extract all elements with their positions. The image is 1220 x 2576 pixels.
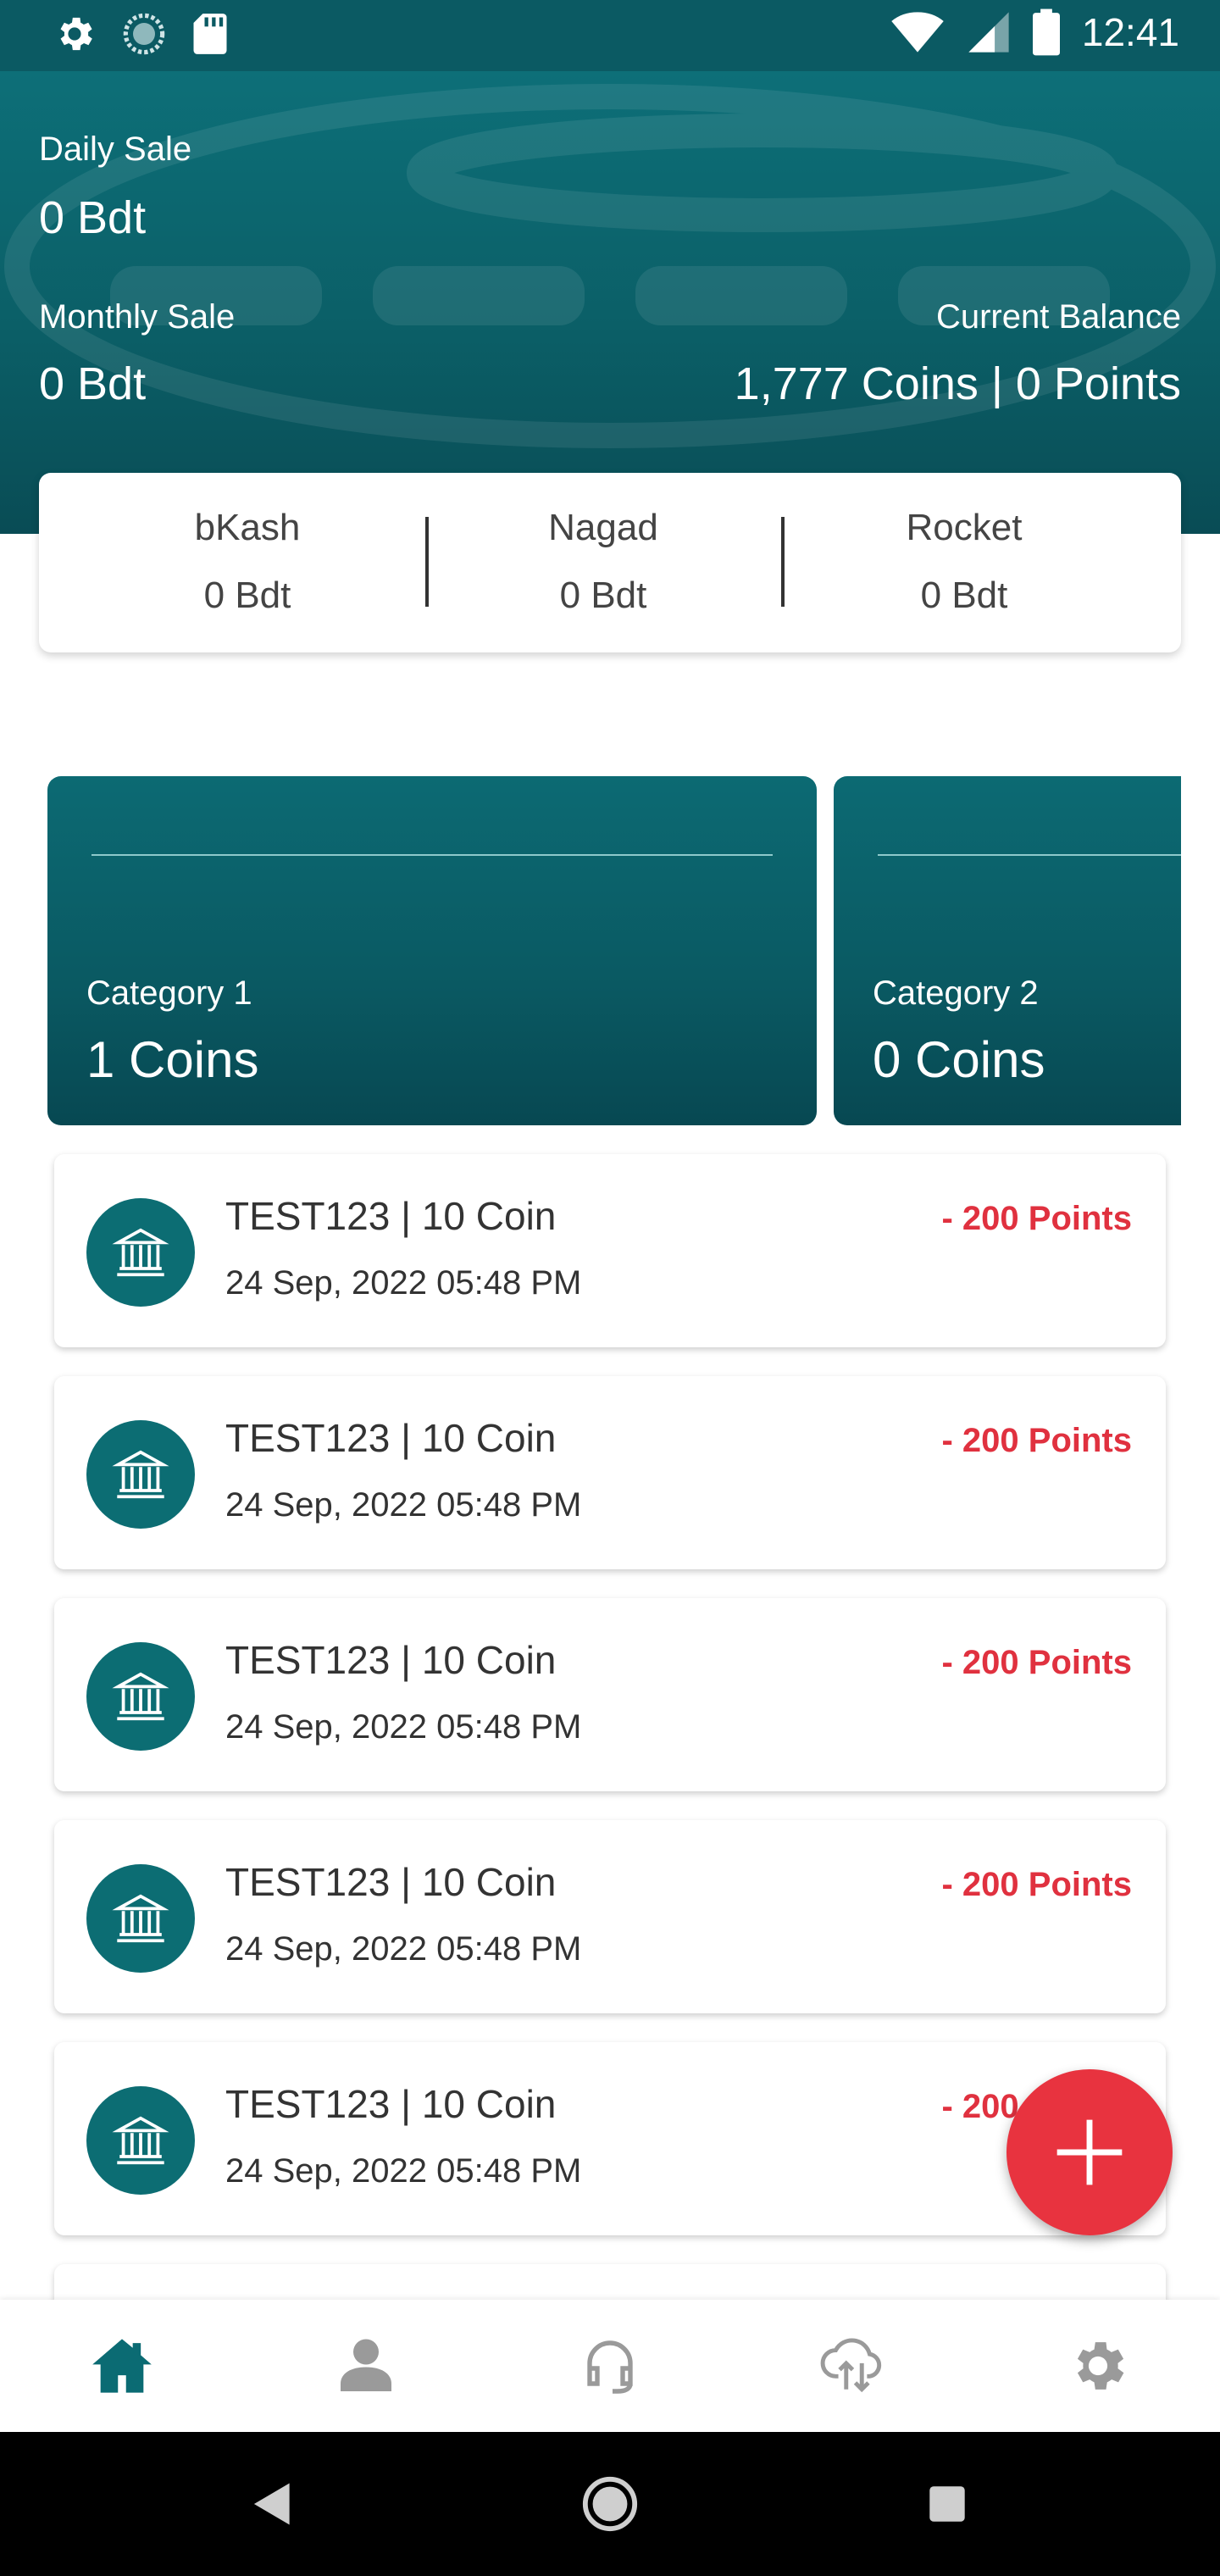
bank-icon — [86, 1198, 195, 1307]
daily-sale-value: 0 Bdt — [39, 192, 147, 243]
category-divider-line — [878, 854, 1181, 856]
payment-nagad: Nagad 0 Bdt — [434, 473, 773, 652]
headset-icon — [587, 2340, 633, 2394]
payment-amount: 0 Bdt — [920, 575, 1008, 616]
monthly-sale-label: Monthly Sale — [39, 298, 236, 336]
bottom-navigation — [0, 2300, 1220, 2432]
system-navigation-bar — [0, 2432, 1220, 2576]
payment-bkash: bKash 0 Bdt — [78, 473, 417, 652]
transaction-item[interactable]: TEST123 | 10 Coin 24 Sep, 2022 05:48 PM … — [54, 1598, 1166, 1791]
category-divider-line — [92, 854, 773, 856]
home-circle-icon — [582, 2476, 638, 2532]
nav-profile[interactable] — [244, 2300, 488, 2432]
transaction-date: 24 Sep, 2022 05:48 PM — [225, 1708, 582, 1746]
home-icon — [92, 2339, 152, 2393]
category-card-1[interactable]: Category 1 1 Coins — [47, 776, 817, 1125]
home-button[interactable] — [559, 2432, 661, 2576]
current-balance-value: 1,777 Coins | 0 Points — [734, 358, 1181, 409]
add-fab-button[interactable] — [1006, 2069, 1173, 2235]
recents-button[interactable] — [896, 2432, 998, 2576]
recents-square-icon — [929, 2486, 965, 2522]
payment-amount: 0 Bdt — [559, 575, 647, 616]
bank-icon — [86, 2086, 195, 2195]
transaction-item[interactable]: TEST123 | 10 Coin 24 Sep, 2022 05:48 PM … — [54, 1820, 1166, 2013]
payment-name: Nagad — [548, 507, 658, 548]
signal-icon — [968, 12, 1009, 53]
bank-icon — [86, 1420, 195, 1529]
transaction-item[interactable]: TEST123 | 10 Coin 24 Sep, 2022 05:48 PM … — [54, 1376, 1166, 1569]
status-bar: 12:41 — [0, 0, 1220, 71]
transaction-date: 24 Sep, 2022 05:48 PM — [225, 2152, 582, 2190]
transaction-points: - 200 Points — [941, 1200, 1132, 1237]
bank-icon — [86, 1864, 195, 1973]
sync-icon — [123, 13, 165, 55]
payment-name: bKash — [194, 507, 301, 548]
transaction-title: TEST123 | 10 Coin — [225, 2082, 557, 2126]
back-triangle-icon — [253, 2483, 290, 2525]
transaction-title: TEST123 | 10 Coin — [225, 1194, 557, 1238]
bank-icon — [86, 1642, 195, 1751]
transaction-item[interactable]: TEST123 | 10 Coin 24 Sep, 2022 05:48 PM … — [54, 1154, 1166, 1347]
back-button[interactable] — [222, 2432, 324, 2576]
transaction-points: - 200 Points — [941, 1644, 1132, 1681]
transaction-points: - 200 Points — [941, 1422, 1132, 1459]
payment-name: Rocket — [906, 507, 1023, 548]
transaction-title: TEST123 | 10 Coin — [225, 1860, 557, 1904]
status-icons-left — [53, 12, 229, 56]
wifi-icon — [891, 12, 944, 53]
category-label: Category 2 — [873, 974, 1039, 1012]
transaction-date: 24 Sep, 2022 05:48 PM — [225, 1486, 582, 1524]
payment-divider — [425, 517, 429, 607]
payment-divider — [781, 517, 785, 607]
status-time: 12:41 — [1081, 10, 1179, 54]
transaction-item[interactable]: TEST123 | 10 Coin 24 Sep, 2022 05:48 PM … — [54, 2042, 1166, 2235]
cloud-sync-icon — [820, 2338, 882, 2393]
category-card-2[interactable]: Category 2 0 Coins — [834, 776, 1181, 1125]
payment-amount: 0 Bdt — [203, 575, 291, 616]
person-icon — [341, 2339, 391, 2391]
transaction-date: 24 Sep, 2022 05:48 PM — [225, 1930, 582, 1968]
payment-rocket: Rocket 0 Bdt — [795, 473, 1134, 652]
gear-icon — [1077, 2342, 1124, 2390]
transaction-date: 24 Sep, 2022 05:48 PM — [225, 1264, 582, 1302]
settings-icon — [60, 17, 92, 51]
payment-summary-card: bKash 0 Bdt Nagad 0 Bdt Rocket 0 Bdt — [39, 473, 1181, 652]
nav-support[interactable] — [488, 2300, 732, 2432]
nav-sync[interactable] — [732, 2300, 976, 2432]
monthly-sale-value: 0 Bdt — [39, 358, 147, 409]
sd-card-icon — [193, 14, 227, 54]
transaction-title: TEST123 | 10 Coin — [225, 1416, 557, 1460]
daily-sale-label: Daily Sale — [39, 130, 192, 168]
nav-home[interactable] — [0, 2300, 244, 2432]
status-icons-right: 12:41 — [890, 8, 1179, 56]
category-label: Category 1 — [86, 974, 252, 1012]
battery-icon — [1032, 8, 1060, 56]
sales-header: Daily Sale 0 Bdt Monthly Sale 0 Bdt Curr… — [0, 71, 1220, 534]
category-value: 0 Coins — [873, 1031, 1045, 1088]
nav-settings[interactable] — [976, 2300, 1220, 2432]
plus-icon — [1056, 2119, 1123, 2185]
transaction-points: - 200 Points — [941, 1866, 1132, 1903]
current-balance-label: Current Balance — [935, 298, 1181, 336]
category-value: 1 Coins — [86, 1031, 259, 1088]
transaction-title: TEST123 | 10 Coin — [225, 1638, 557, 1682]
